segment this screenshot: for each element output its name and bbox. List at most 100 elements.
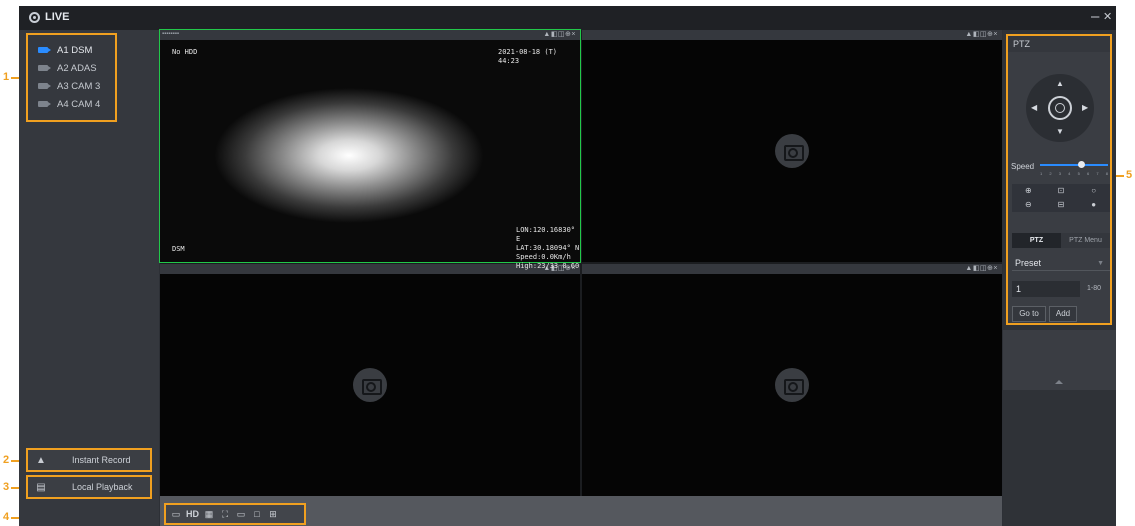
local-playback-button[interactable]: ▤ Local Playback bbox=[26, 475, 152, 499]
iris-close-icon[interactable]: ● bbox=[1077, 198, 1110, 212]
instant-record-button[interactable]: ▲ Instant Record bbox=[26, 448, 152, 472]
speed-tick: 3 bbox=[1058, 171, 1062, 176]
ptz-panel: PTZ ▲ ▼ ◀ ▶ Speed 1 2 3 4 5 6 7 8 ⊕ ⊡ ○ … bbox=[1006, 34, 1112, 325]
arrow-up-icon[interactable]: ▲ bbox=[1056, 79, 1064, 88]
channel-label: A4 CAM 4 bbox=[57, 98, 101, 110]
camera-icon bbox=[38, 101, 51, 107]
collapse-up-icon[interactable] bbox=[1055, 380, 1063, 384]
callout-4: 4 bbox=[3, 511, 10, 523]
preset-range: 1-80 bbox=[1087, 285, 1102, 292]
close-button[interactable]: ✕ bbox=[1103, 8, 1112, 26]
chevron-down-icon: ▼ bbox=[1097, 260, 1104, 267]
arrow-right-icon[interactable]: ▶ bbox=[1082, 103, 1088, 112]
channel-list: A1 DSM A2 ADAS A3 CAM 3 A4 CAM 4 bbox=[26, 33, 117, 122]
zoom-center-icon[interactable] bbox=[1048, 96, 1072, 120]
fullscreen-icon[interactable]: ⛶ bbox=[219, 509, 231, 520]
ptz-lower-panel bbox=[1003, 330, 1116, 390]
callout-1: 1 bbox=[3, 71, 10, 83]
speed-tick: 8 bbox=[1105, 171, 1108, 176]
osd-datetime: 2021-08-18 (T) 44:23 bbox=[498, 48, 558, 65]
speed-tick: 4 bbox=[1068, 171, 1071, 176]
channel-label: A2 ADAS bbox=[57, 62, 97, 74]
camera-icon bbox=[38, 65, 51, 71]
video-grid: ▪▪▪▪▪▪▪▪ ▲◧◫⊕× No HDD 2021-08-18 (T) 44:… bbox=[159, 29, 1002, 496]
ptz-header: PTZ bbox=[1008, 36, 1110, 52]
zoom-in-icon[interactable]: ⊕ bbox=[1012, 184, 1045, 198]
channel-item-a1[interactable]: A1 DSM bbox=[28, 41, 115, 59]
tile-toolbar: ▲◧◫⊕× bbox=[582, 30, 1002, 40]
video-view bbox=[582, 274, 1002, 496]
add-button[interactable]: Add bbox=[1049, 306, 1077, 322]
left-sidebar: A1 DSM A2 ADAS A3 CAM 3 A4 CAM 4 ▲ Insta… bbox=[19, 30, 159, 526]
preset-select[interactable]: Preset ▼ bbox=[1012, 256, 1110, 271]
channel-label: A1 DSM bbox=[57, 44, 93, 56]
hd-button[interactable]: HD bbox=[186, 509, 199, 519]
speed-tick: 6 bbox=[1086, 171, 1090, 176]
video-tile-4[interactable]: ▲◧◫⊕× bbox=[582, 264, 1002, 496]
channel-item-a2[interactable]: A2 ADAS bbox=[28, 59, 115, 77]
speed-tick: 1 bbox=[1040, 171, 1043, 176]
live-icon bbox=[29, 12, 40, 23]
tile-toolbar: ▲◧◫⊕× bbox=[582, 264, 1002, 274]
local-playback-label: Local Playback bbox=[72, 482, 133, 492]
window-icon[interactable]: ▭ bbox=[235, 509, 247, 520]
tile-toolbar: ▪▪▪▪▪▪▪▪ ▲◧◫⊕× bbox=[160, 30, 580, 40]
grid-view-icon[interactable]: ▦ bbox=[203, 509, 215, 520]
focus-far-icon[interactable]: ⊟ bbox=[1045, 198, 1078, 212]
video-view bbox=[160, 274, 580, 496]
focus-near-icon[interactable]: ⊡ bbox=[1045, 184, 1078, 198]
video-tile-2[interactable]: ▲◧◫⊕× bbox=[582, 30, 1002, 262]
bottom-toolbar-area: ▭ HD ▦ ⛶ ▭ □ ⊞ bbox=[160, 496, 1002, 526]
iris-open-icon[interactable]: ○ bbox=[1077, 184, 1110, 198]
arrow-down-icon[interactable]: ▼ bbox=[1056, 127, 1064, 136]
hdd-status: No HDD bbox=[172, 48, 198, 56]
tile-tools[interactable]: ▲◧◫⊕× bbox=[965, 30, 998, 38]
ptz-column: PTZ ▲ ▼ ◀ ▶ Speed 1 2 3 4 5 6 7 8 ⊕ ⊡ ○ … bbox=[1003, 30, 1116, 526]
camera-placeholder-icon bbox=[775, 368, 809, 402]
tab-ptz-menu[interactable]: PTZ Menu bbox=[1061, 233, 1110, 248]
speed-tick: 5 bbox=[1077, 171, 1080, 176]
speed-ticks: 1 2 3 4 5 6 7 8 bbox=[1040, 171, 1108, 176]
preset-select-label: Preset bbox=[1015, 258, 1042, 268]
speed-tick: 2 bbox=[1049, 171, 1052, 176]
camera-placeholder-icon bbox=[775, 134, 809, 168]
speed-slider[interactable] bbox=[1040, 161, 1108, 168]
warning-icon: ▲ bbox=[36, 454, 46, 466]
single-layout-icon[interactable]: □ bbox=[251, 509, 263, 519]
osd-latitude: LAT:30.18094° N bbox=[516, 244, 580, 252]
tab-ptz[interactable]: PTZ bbox=[1012, 233, 1061, 248]
callout-3: 3 bbox=[3, 481, 10, 493]
video-view: No HDD 2021-08-18 (T) 44:23 DSM LON:120.… bbox=[160, 40, 580, 270]
tile-tools[interactable]: ▲◧◫⊕× bbox=[543, 30, 576, 38]
camera-icon bbox=[38, 47, 51, 53]
arrow-left-icon[interactable]: ◀ bbox=[1031, 103, 1037, 112]
zoom-out-icon[interactable]: ⊖ bbox=[1012, 198, 1045, 212]
window-title: LIVE bbox=[45, 11, 70, 23]
video-tile-1[interactable]: ▪▪▪▪▪▪▪▪ ▲◧◫⊕× No HDD 2021-08-18 (T) 44:… bbox=[159, 29, 581, 270]
video-tile-3[interactable]: ▲◧◫⊕× bbox=[160, 264, 580, 496]
speed-label: Speed bbox=[1011, 162, 1035, 171]
osd-channel-name: DSM bbox=[172, 245, 185, 253]
go-to-button[interactable]: Go to bbox=[1012, 306, 1046, 322]
camera-placeholder-icon bbox=[353, 368, 387, 402]
camera-icon bbox=[38, 83, 51, 89]
live-window: LIVE – ✕ A1 DSM A2 ADAS A3 CAM 3 A4 CAM … bbox=[19, 6, 1116, 526]
tile-stream-info: ▪▪▪▪▪▪▪▪ bbox=[162, 31, 180, 37]
video-view bbox=[582, 40, 1002, 262]
tile-tools[interactable]: ▲◧◫⊕× bbox=[965, 264, 998, 272]
stream-type-icon[interactable]: ▭ bbox=[170, 509, 182, 520]
callout-5: 5 bbox=[1126, 169, 1133, 181]
minimize-button[interactable]: – bbox=[1091, 8, 1099, 26]
speed-tick: 7 bbox=[1096, 171, 1099, 176]
ptz-joystick[interactable]: ▲ ▼ ◀ ▶ bbox=[1026, 74, 1094, 142]
channel-label: A3 CAM 3 bbox=[57, 80, 101, 92]
callout-2: 2 bbox=[3, 454, 10, 466]
instant-record-label: Instant Record bbox=[72, 455, 131, 465]
osd-gps: LON:120.16830° E LAT:30.18094° N Speed:0… bbox=[516, 226, 580, 271]
quad-layout-icon[interactable]: ⊞ bbox=[267, 509, 279, 520]
preset-number-input[interactable]: 1 bbox=[1012, 281, 1080, 297]
channel-item-a4[interactable]: A4 CAM 4 bbox=[28, 95, 115, 113]
speed-slider-knob[interactable] bbox=[1077, 161, 1085, 168]
channel-item-a3[interactable]: A3 CAM 3 bbox=[28, 77, 115, 95]
ptz-tabs: PTZ PTZ Menu bbox=[1012, 233, 1110, 248]
